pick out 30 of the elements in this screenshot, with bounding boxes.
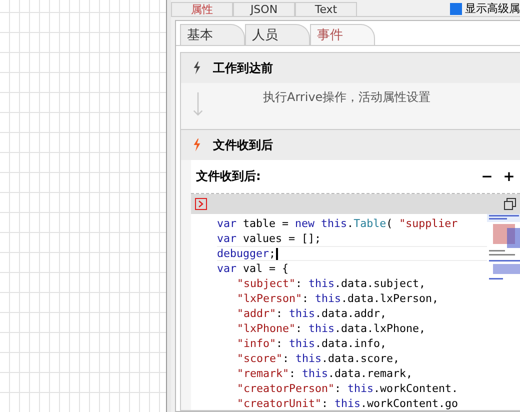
code-line: "score": this.data.score,: [236, 351, 401, 366]
event-title: 文件收到后: [213, 136, 273, 154]
tab[interactable]: 人员: [245, 24, 310, 45]
checkbox[interactable]: [450, 2, 462, 14]
collapse-button[interactable]: −: [476, 168, 498, 184]
code-line: var val = {: [217, 261, 290, 276]
code-line: "lxPerson": this.data.lxPerson,: [236, 291, 440, 306]
tab[interactable]: Text: [295, 2, 357, 16]
event-header[interactable]: 工作到达前: [181, 53, 520, 83]
tab[interactable]: 属性: [171, 2, 233, 16]
expand-button[interactable]: +: [498, 168, 520, 184]
code-line: "addr": this.data.addr,: [236, 306, 388, 321]
event-description: 执行Arrive操作，活动属性设置: [263, 89, 431, 106]
tab[interactable]: JSON: [233, 2, 295, 16]
code-line: var values = [];: [217, 231, 322, 246]
code-line: "creatorPerson": this.workContent.: [236, 381, 460, 396]
script-label: 文件收到后:: [196, 168, 262, 185]
terminal-icon[interactable]: [195, 198, 207, 210]
code-line: var table = new this.Table( "supplier: [217, 216, 459, 231]
event-header[interactable]: 文件收到后: [181, 130, 520, 160]
event-title: 工作到达前: [213, 60, 273, 76]
tab[interactable]: 事件: [310, 24, 375, 45]
code-line: "subject": this.data.subject,: [236, 276, 427, 291]
code-line: "creatorUnit": this.workContent.go: [236, 396, 460, 410]
code-line: "remark": this.data.remark,: [236, 366, 414, 381]
code-line: "lxPhone": this.data.lxPhone,: [236, 321, 427, 336]
tab[interactable]: 基本: [180, 24, 245, 45]
code-line: "info": this.data.info,: [236, 336, 388, 351]
restore-icon[interactable]: [504, 198, 516, 210]
checkbox-label: 显示高级属: [465, 1, 520, 16]
